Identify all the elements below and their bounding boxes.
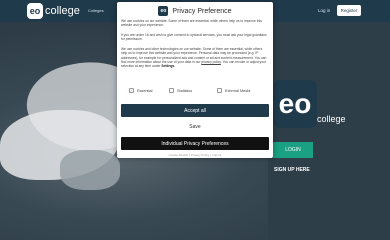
logo-text: college bbox=[45, 5, 80, 17]
privacy-modal: eo Privacy Preference We use cookies on … bbox=[117, 2, 273, 158]
checkbox-external-media-box[interactable] bbox=[217, 88, 222, 93]
checkbox-essential-label: Essential bbox=[137, 88, 153, 93]
privacy-policy-footer-link[interactable]: Privacy Policy bbox=[191, 153, 210, 157]
modal-footer-links: Cookie Details|Privacy Policy|Imprint bbox=[168, 153, 222, 157]
modal-header: eo Privacy Preference bbox=[117, 6, 273, 16]
save-button[interactable]: Save bbox=[121, 121, 269, 133]
hero-login-button[interactable]: LOGIN bbox=[273, 142, 313, 158]
register-button[interactable]: Register bbox=[337, 5, 361, 16]
checkbox-statistics-box[interactable] bbox=[169, 88, 174, 93]
checkbox-statistics[interactable]: Statistics bbox=[169, 88, 192, 93]
modal-details-text: We use cookies and other technologies on… bbox=[121, 47, 269, 68]
individual-preferences-button[interactable]: Individual Privacy Preferences bbox=[121, 137, 269, 150]
checkbox-essential-box[interactable]: ✓ bbox=[129, 88, 134, 93]
logo-mark: eo bbox=[27, 3, 43, 19]
modal-guardian-text: If you are under 16 and wish to give con… bbox=[121, 33, 267, 42]
modal-logo: eo bbox=[158, 6, 169, 16]
details-text-period: . bbox=[174, 64, 176, 69]
login-link[interactable]: Log in bbox=[318, 8, 330, 13]
consent-checkboxes: ✓ Essential Statistics External Media bbox=[129, 88, 269, 95]
nav-item-colleges[interactable]: Colleges bbox=[88, 8, 104, 13]
hero-logo-mark: eo bbox=[273, 80, 317, 128]
accept-all-button[interactable]: Accept all bbox=[121, 104, 269, 117]
hero-image-shape bbox=[60, 150, 120, 190]
signup-link[interactable]: SIGN UP HERE bbox=[274, 167, 310, 173]
modal-intro-text: We use cookies on our website. Some of t… bbox=[121, 19, 262, 28]
cookie-details-link[interactable]: Cookie Details bbox=[169, 153, 188, 157]
checkbox-external-media[interactable]: External Media bbox=[217, 88, 250, 93]
checkbox-external-media-label: External Media bbox=[225, 88, 251, 93]
login-panel bbox=[268, 22, 390, 240]
modal-title: Privacy Preference bbox=[172, 7, 232, 15]
imprint-link[interactable]: Imprint bbox=[212, 153, 221, 157]
privacy-policy-link[interactable]: privacy policy bbox=[201, 60, 221, 64]
site-logo[interactable]: eo college bbox=[27, 3, 80, 19]
checkbox-essential[interactable]: ✓ Essential bbox=[129, 88, 152, 93]
settings-link[interactable]: Settings bbox=[161, 64, 174, 68]
checkbox-statistics-label: Statistics bbox=[177, 88, 193, 93]
hero-logo-text: college bbox=[317, 114, 346, 124]
